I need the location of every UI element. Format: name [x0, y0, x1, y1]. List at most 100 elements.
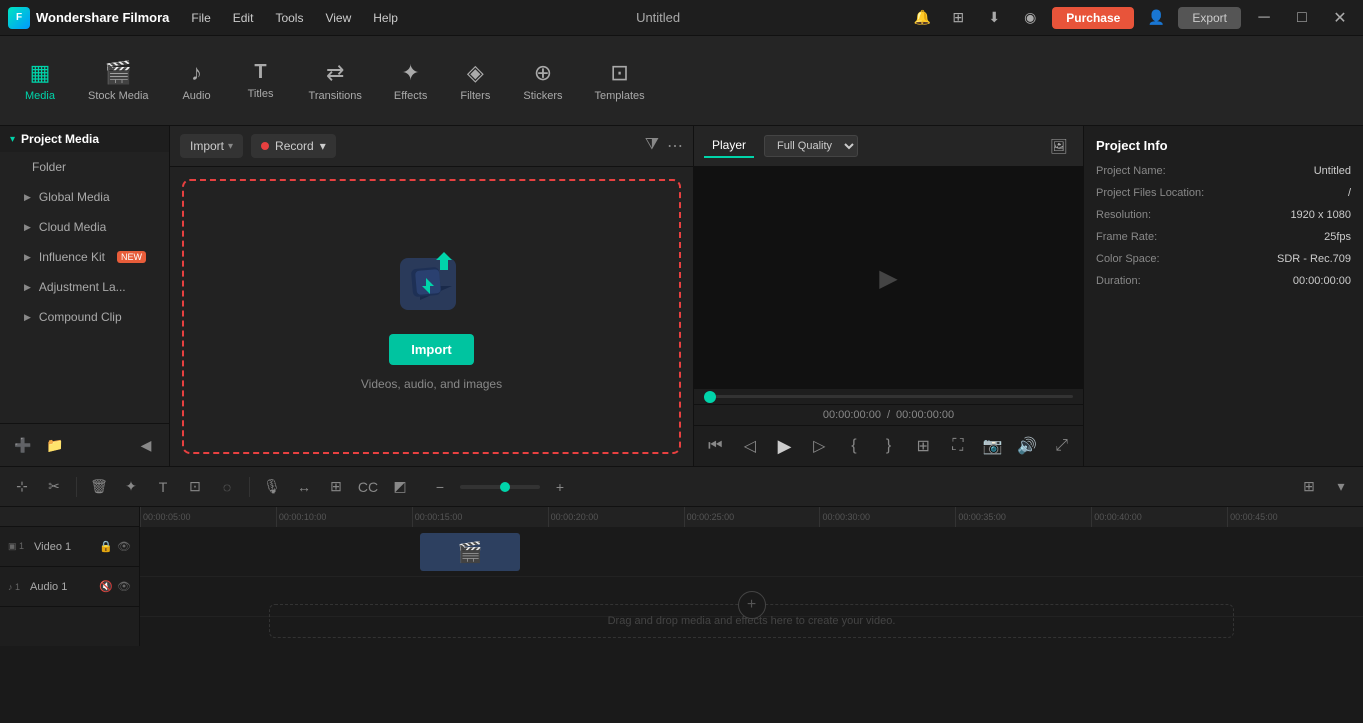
select-tool[interactable]: ⊹	[8, 473, 36, 501]
project-media-header[interactable]: ▾ Project Media	[0, 126, 169, 152]
sidebar-item-compound-clip[interactable]: ▶ Compound Clip	[0, 302, 169, 332]
collapse-icon[interactable]: ◀	[133, 432, 159, 458]
toolbar-stickers[interactable]: ⊕ Stickers	[509, 52, 576, 110]
influence-arrow-icon: ▶	[24, 252, 31, 263]
media-panel: Import ▾ Record ▾ ⧩ ⋯	[170, 126, 693, 466]
video-clip[interactable]: 🎬	[420, 533, 520, 571]
stickers-icon: ⊕	[534, 60, 552, 86]
crop-tool[interactable]: ⊡	[181, 473, 209, 501]
menu-help[interactable]: Help	[363, 7, 408, 29]
sidebar-folder-label: Folder	[32, 160, 66, 174]
panel-header-label: Project Media	[21, 132, 99, 146]
toolbar-stock-media[interactable]: 🎬 Stock Media	[74, 52, 163, 110]
mark-out-icon[interactable]: }	[877, 432, 900, 460]
step-back-icon[interactable]: ◁	[739, 432, 762, 460]
sidebar-item-cloud-media[interactable]: ▶ Cloud Media	[0, 212, 169, 242]
step-fwd-icon[interactable]: ▷	[808, 432, 831, 460]
maximize-button[interactable]: □	[1287, 3, 1317, 33]
timeline-ruler: 00:00:05:00 00:00:10:00 00:00:15:00 00:0…	[140, 507, 1363, 527]
toolbar-filters[interactable]: ◈ Filters	[445, 52, 505, 110]
audio-track-controls: 🔇 👁	[99, 580, 131, 593]
import-drop-button[interactable]: Import	[389, 334, 473, 365]
notifications-icon[interactable]: 🔔	[908, 4, 936, 32]
grid-view-icon[interactable]: ⊞	[1295, 473, 1323, 501]
apps-icon[interactable]: ⊞	[944, 4, 972, 32]
add-media-icon[interactable]: ➕	[10, 432, 36, 458]
zoom-plus-icon[interactable]: +	[546, 473, 574, 501]
menu-file[interactable]: File	[181, 7, 220, 29]
text-tool[interactable]: T	[149, 473, 177, 501]
ruler-mark-2: 00:00:10:00	[276, 507, 412, 527]
record-button[interactable]: Record ▾	[251, 134, 336, 158]
playback-bar[interactable]	[704, 395, 1073, 398]
player-tab[interactable]: Player	[704, 134, 754, 158]
zoom-minus-icon[interactable]: −	[426, 473, 454, 501]
toolbar-transitions[interactable]: ⇄ Transitions	[295, 52, 376, 110]
info-files-value: /	[1348, 187, 1351, 199]
volume-icon[interactable]: 🔊	[1016, 432, 1039, 460]
drop-zone[interactable]: Import Videos, audio, and images	[182, 179, 681, 454]
sidebar-item-global-media[interactable]: ▶ Global Media	[0, 182, 169, 212]
fullscreen-icon[interactable]: ⛶	[946, 432, 969, 460]
audio-eye-icon[interactable]: 👁	[117, 580, 131, 593]
folder-icon[interactable]: 📁	[42, 432, 68, 458]
ruler-mark-5: 00:00:25:00	[684, 507, 820, 527]
import-button[interactable]: Import ▾	[180, 134, 243, 158]
toolbar-audio[interactable]: ♪ Audio	[167, 52, 227, 110]
cut-tool[interactable]: ✦	[117, 473, 145, 501]
transitions-label: Transitions	[309, 90, 362, 102]
compound-arrow-icon: ▶	[24, 312, 31, 323]
quality-select[interactable]: Full Quality	[764, 135, 858, 157]
sidebar-item-influence-kit[interactable]: ▶ Influence Kit NEW	[0, 242, 169, 272]
community-icon[interactable]: ◉	[1016, 4, 1044, 32]
mask-tool[interactable]: ◌	[213, 473, 241, 501]
video-badge: ▣ 1	[8, 541, 24, 552]
purchase-button[interactable]: Purchase	[1052, 7, 1134, 29]
info-name-value: Untitled	[1314, 165, 1351, 177]
toolbar-titles[interactable]: T Titles	[231, 53, 291, 108]
sidebar-item-adjustment[interactable]: ▶ Adjustment La...	[0, 272, 169, 302]
subtitle-tool[interactable]: CC	[354, 473, 382, 501]
toolbar-media[interactable]: ▦ Media	[10, 52, 70, 110]
info-fps-value: 25fps	[1324, 231, 1351, 243]
drag-zone[interactable]: + Drag and drop media and effects here t…	[269, 604, 1235, 638]
more-options-icon[interactable]: ⋯	[667, 136, 683, 156]
export-button[interactable]: Export	[1178, 7, 1241, 29]
filter-icon[interactable]: ⧩	[645, 136, 659, 156]
info-fps-label: Frame Rate:	[1096, 231, 1157, 243]
playback-handle[interactable]	[704, 391, 716, 403]
toolbar-effects[interactable]: ✦ Effects	[380, 52, 441, 110]
camera-icon[interactable]: 📷	[981, 432, 1004, 460]
sidebar-item-folder[interactable]: Folder	[0, 152, 169, 182]
download-icon[interactable]: ⬇	[980, 4, 1008, 32]
video-lock-icon[interactable]: 🔒	[99, 540, 113, 553]
sidebar-compound-label: Compound Clip	[39, 310, 122, 324]
effect-tool[interactable]: ◩	[386, 473, 414, 501]
clip-nav-icon[interactable]: ⊞	[912, 432, 935, 460]
menu-view[interactable]: View	[315, 7, 361, 29]
timeline-toolbar: ⊹ ✂ 🗑 ✦ T ⊡ ◌ 🎙 ↔ ⊞ CC ◩ − + ⊞ ▾	[0, 467, 1363, 507]
video-track-header: ▣ 1 Video 1 🔒 👁	[0, 527, 139, 567]
delete-tool[interactable]: 🗑	[85, 473, 113, 501]
collab-tool[interactable]: ⊞	[322, 473, 350, 501]
avatar-icon[interactable]: 👤	[1142, 4, 1170, 32]
record-audio-tool[interactable]: 🎙	[258, 473, 286, 501]
grid-settings-icon[interactable]: ▾	[1327, 473, 1355, 501]
zoom-controls: − +	[426, 473, 574, 501]
mark-in-icon[interactable]: {	[843, 432, 866, 460]
play-icon[interactable]: ▶	[773, 432, 796, 460]
audio-mute-icon[interactable]: 🔇	[99, 580, 113, 593]
minimize-button[interactable]: ─	[1249, 3, 1279, 33]
player-image-icon[interactable]: 🖼	[1045, 132, 1073, 160]
zoom-fit-icon[interactable]: ⤢	[1050, 432, 1073, 460]
motion-tool[interactable]: ↔	[290, 473, 318, 501]
zoom-bar[interactable]	[460, 485, 540, 489]
toolbar-templates[interactable]: ⊡ Templates	[580, 52, 658, 110]
menu-tools[interactable]: Tools	[265, 7, 313, 29]
trim-tool[interactable]: ✂	[40, 473, 68, 501]
skip-back-icon[interactable]: ⏮	[704, 432, 727, 460]
video-eye-icon[interactable]: 👁	[117, 540, 131, 553]
menu-edit[interactable]: Edit	[223, 7, 264, 29]
zoom-handle[interactable]	[500, 482, 510, 492]
close-button[interactable]: ✕	[1325, 3, 1355, 33]
